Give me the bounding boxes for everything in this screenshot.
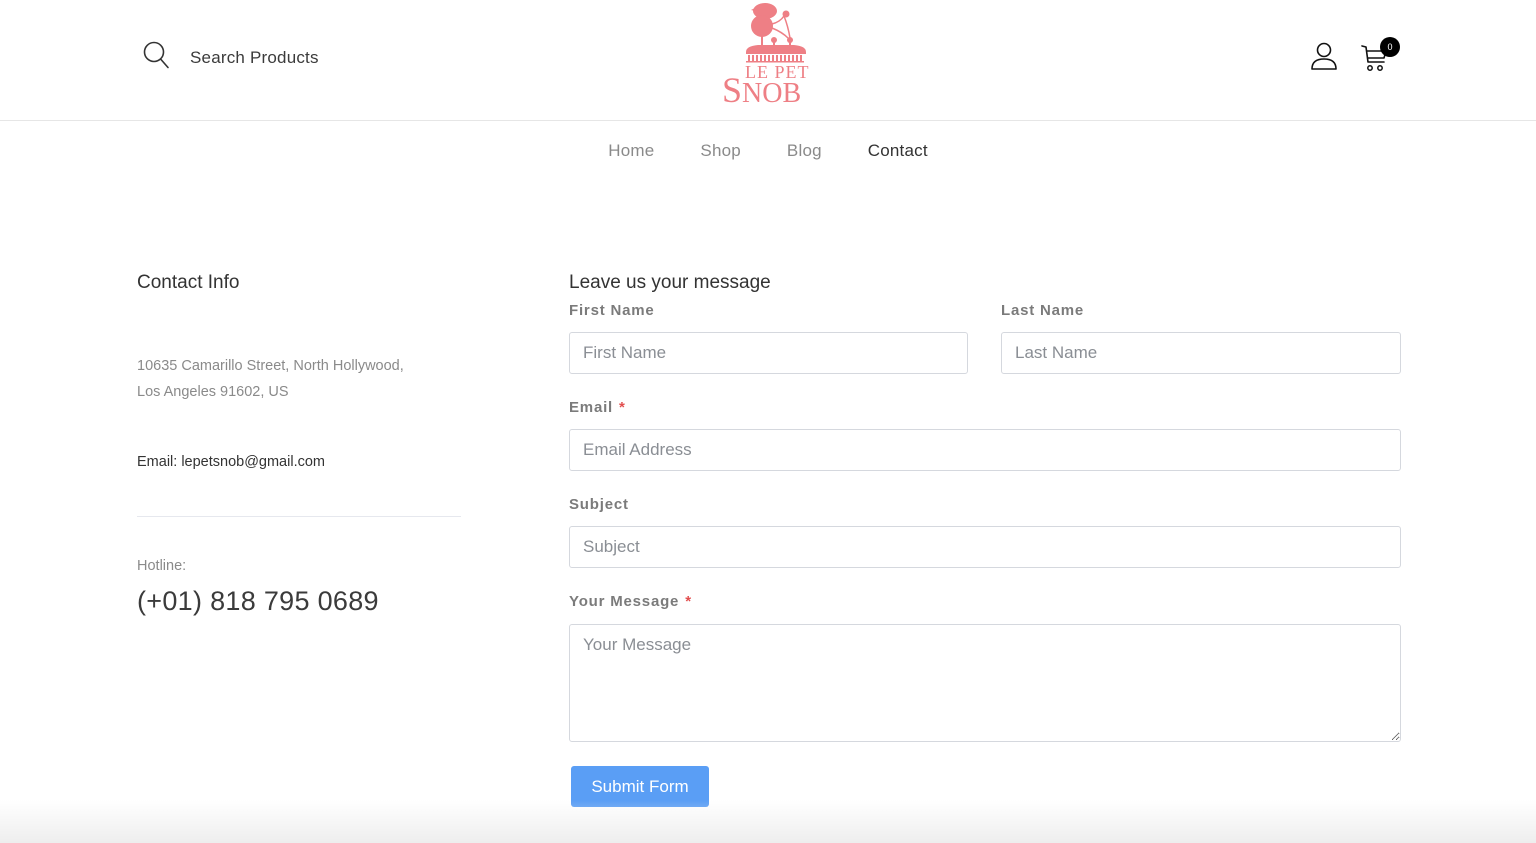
nav-item-home[interactable]: Home [608,141,654,161]
site-logo[interactable]: LE PET SNOB [718,2,818,110]
contact-divider [137,516,461,517]
hotline-label: Hotline: [137,558,187,574]
email-label: Email [569,399,614,416]
last-name-field[interactable] [1001,332,1401,374]
search-icon [142,40,170,75]
first-name-label: First Name [569,302,655,319]
address-line-2: Los Angeles 91602, US [137,384,289,400]
page-bottom-fade [0,800,1536,843]
contact-email: Email: lepetsnob@gmail.com [137,454,325,470]
contact-info-section: Contact Info 10635 Camarillo Street, Nor… [137,272,461,616]
message-label-row: Your Message * [569,593,692,610]
logo-text-main: SNOB [722,72,801,112]
email-label-row: Email * [569,399,626,416]
logo-initial: S [722,70,743,110]
contact-info-title: Contact Info [137,272,240,293]
nav-item-blog[interactable]: Blog [787,141,822,161]
cart-button[interactable]: 0 [1360,37,1402,72]
nav-item-shop[interactable]: Shop [700,141,741,161]
cart-count-badge: 0 [1380,37,1400,57]
site-header: Search Products LE PET SNOB 0 [0,0,1536,121]
user-icon [1311,42,1337,70]
logo-text-rest: NOB [742,78,802,109]
email-field[interactable] [569,429,1401,471]
subject-label: Subject [569,496,629,513]
first-name-field[interactable] [569,332,968,374]
nav-item-contact[interactable]: Contact [868,141,928,161]
form-title: Leave us your message [569,272,771,293]
subject-field[interactable] [569,526,1401,568]
submit-form-button[interactable]: Submit Form [571,766,709,807]
search-trigger[interactable]: Search Products [142,40,319,75]
account-button[interactable] [1309,41,1339,71]
address-line-1: 10635 Camarillo Street, North Hollywood, [137,358,404,374]
last-name-label: Last Name [1001,302,1085,319]
contact-address: 10635 Camarillo Street, North Hollywood,… [137,353,467,405]
message-field[interactable] [569,624,1401,742]
search-label: Search Products [190,47,319,67]
poodle-logo-icon [746,3,806,63]
main-nav: Home Shop Blog Contact [0,141,1536,161]
hotline-phone: (+01) 818 795 0689 [137,586,379,616]
message-required-mark: * [685,593,692,610]
email-required-mark: * [619,399,626,416]
message-label: Your Message [569,593,680,610]
